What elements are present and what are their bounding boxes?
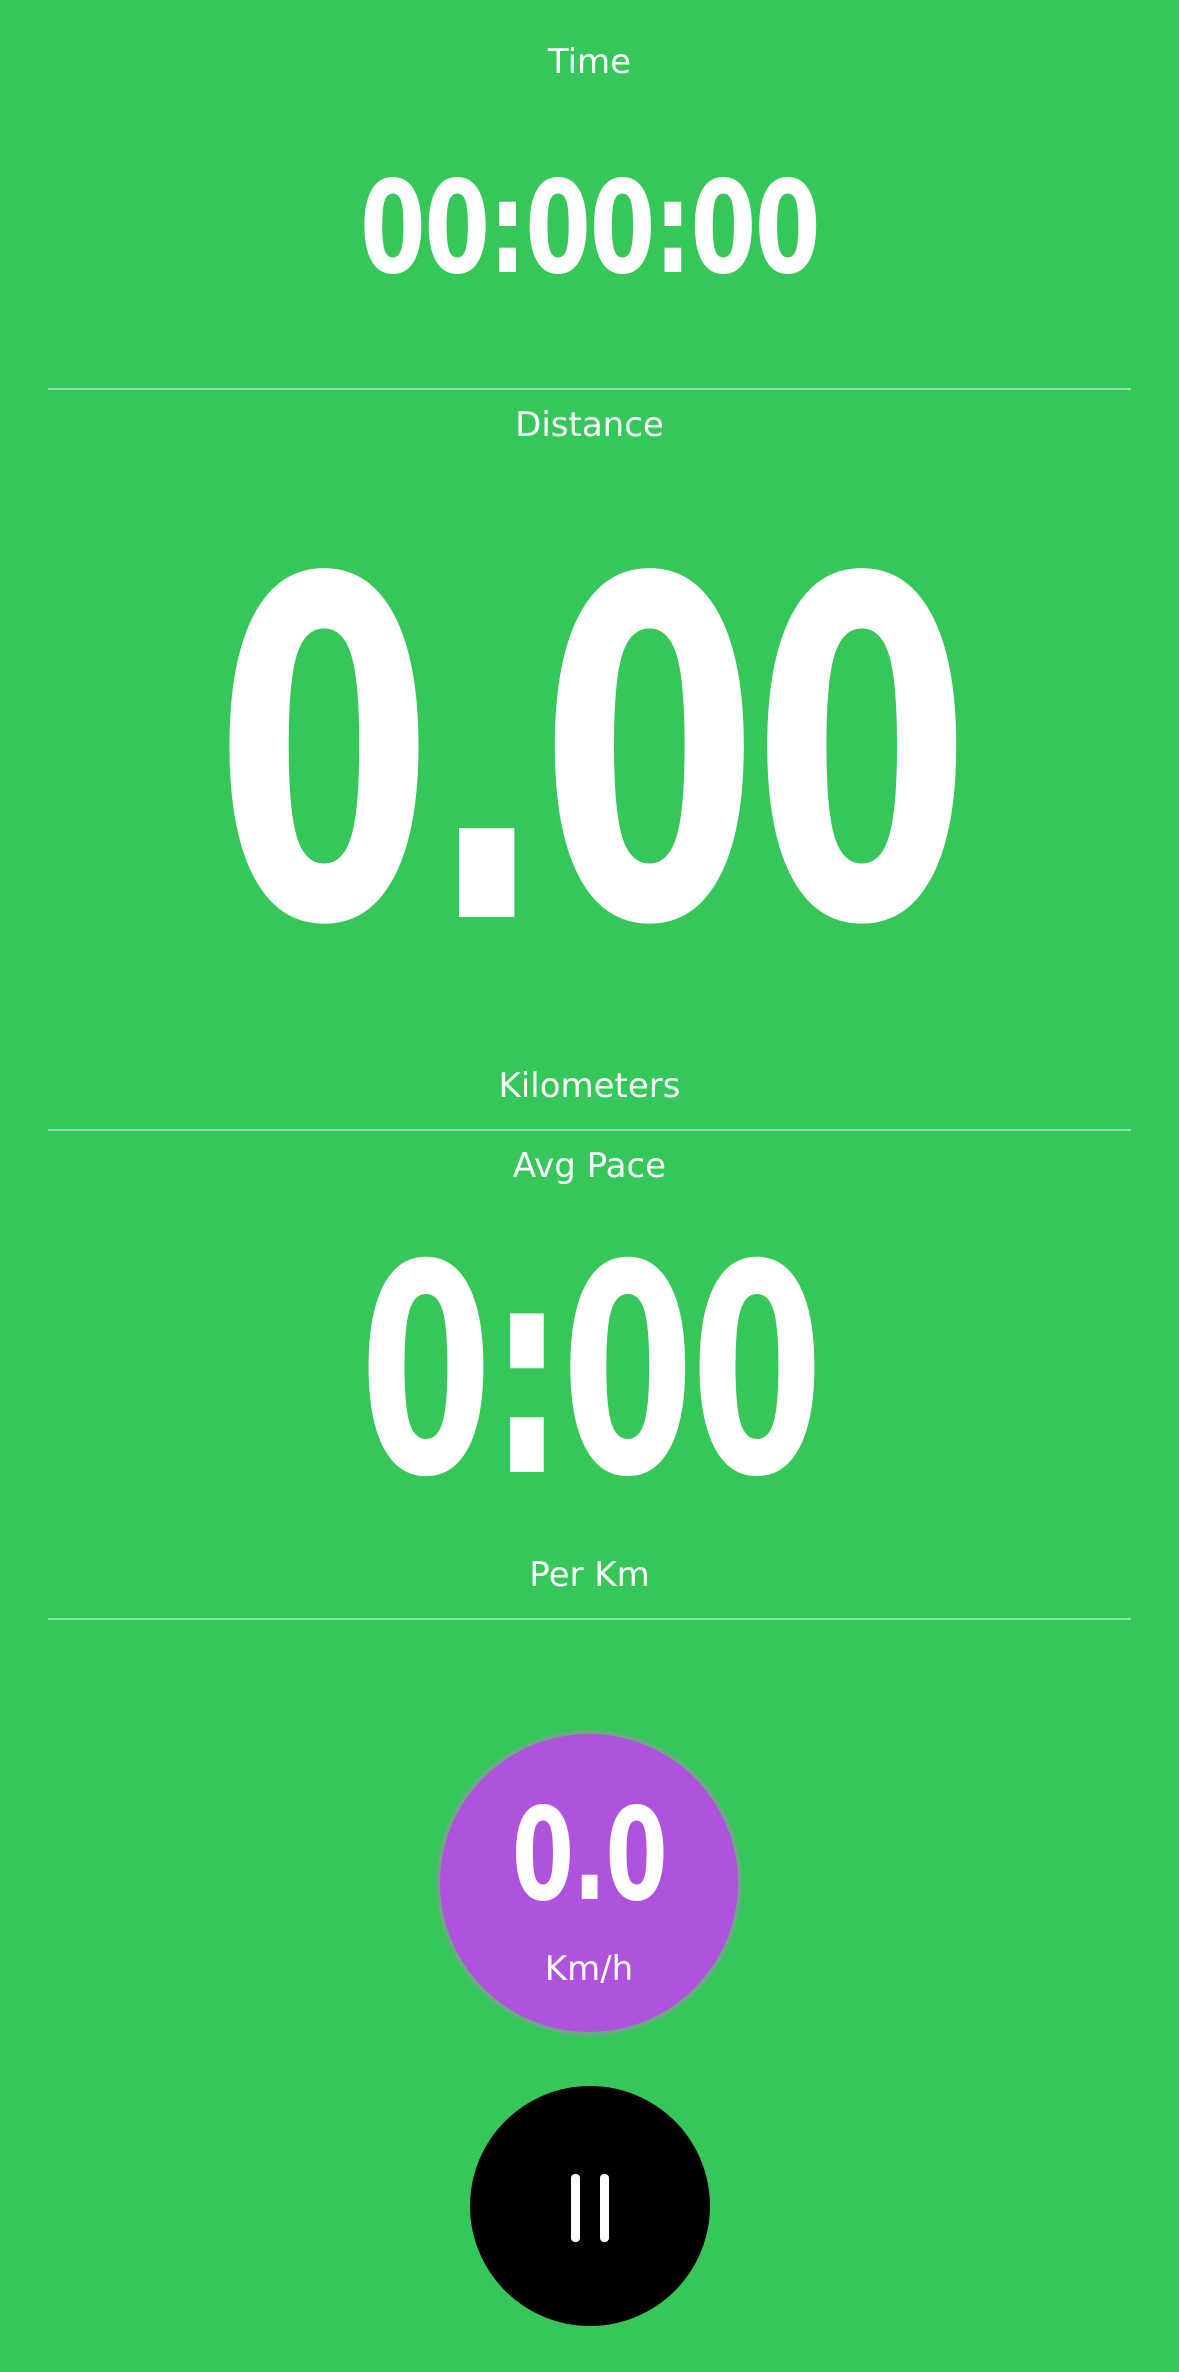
pace-label: Avg Pace xyxy=(512,1146,667,1186)
divider xyxy=(48,388,1131,390)
divider xyxy=(48,1129,1131,1131)
pause-button[interactable] xyxy=(470,2086,710,2326)
distance-value: 0.00 xyxy=(214,481,971,1028)
distance-label: Distance xyxy=(515,405,664,445)
divider xyxy=(48,1618,1131,1620)
distance-unit: Kilometers xyxy=(498,1066,681,1106)
pace-value: 0:00 xyxy=(359,1204,823,1541)
speed-unit: Km/h xyxy=(544,1949,634,1989)
pace-unit: Per Km xyxy=(529,1555,650,1595)
pause-bar-left xyxy=(571,2174,580,2242)
pause-icon xyxy=(571,2174,609,2242)
speed-value: 0.0 xyxy=(511,1781,668,1930)
pause-bar-right xyxy=(600,2174,609,2242)
time-value: 00:00:00 xyxy=(359,154,821,303)
speed-circle: 0.0 Km/h xyxy=(440,1734,738,2032)
time-label: Time xyxy=(547,42,632,82)
